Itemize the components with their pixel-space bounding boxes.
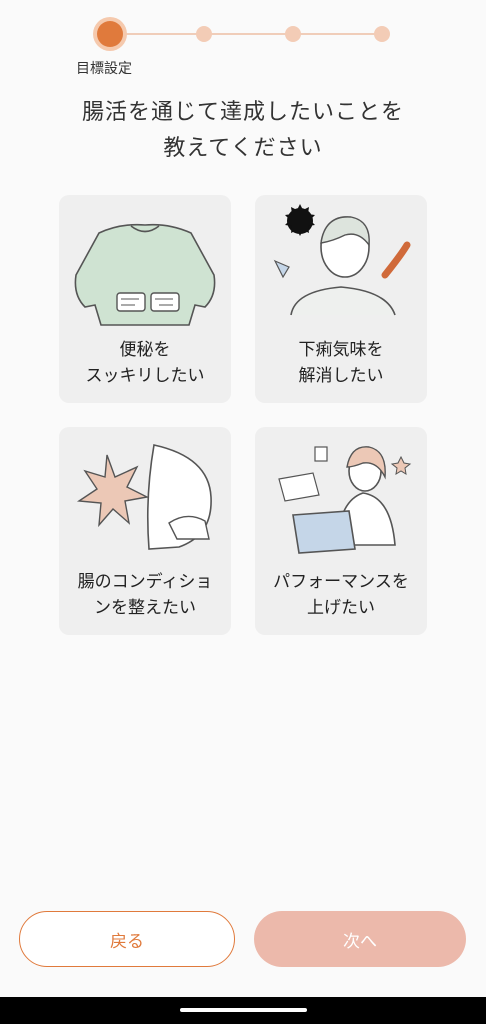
progress-stepper: 目標設定 (0, 0, 486, 80)
stepper-track (110, 33, 382, 35)
next-button[interactable]: 次へ (254, 911, 466, 967)
step-4 (374, 26, 390, 42)
back-button[interactable]: 戻る (19, 911, 235, 967)
woman-laptop-icon (278, 446, 412, 554)
goal-card-performance[interactable]: パフォーマンスを 上げたい (255, 427, 427, 635)
stomach-burst-icon (76, 444, 212, 550)
goal-label: 腸のコンディショ ンを整えたい (77, 572, 213, 618)
goal-card-diarrhea[interactable]: 下痢気味を 解消したい (255, 195, 427, 403)
goal-label: 便秘を スッキリしたい (85, 340, 205, 386)
home-indicator[interactable] (180, 1008, 307, 1012)
goal-label: 下痢気味を 解消したい (298, 340, 384, 386)
step-label: 目標設定 (76, 61, 132, 77)
goal-label: パフォーマンスを 上げたい (273, 572, 409, 618)
sweater-belly-icon (74, 223, 216, 326)
step-1-active (97, 21, 123, 47)
person-food-icon (273, 204, 411, 316)
goal-card-constipation[interactable]: 便秘を スッキリしたい (59, 195, 231, 403)
system-nav-bar (0, 997, 486, 1024)
goal-card-condition[interactable]: 腸のコンディショ ンを整えたい (59, 427, 231, 635)
step-3 (285, 26, 301, 42)
page-title: 腸活を通じて達成したいことを 教えてください (81, 100, 404, 161)
step-2 (196, 26, 212, 42)
